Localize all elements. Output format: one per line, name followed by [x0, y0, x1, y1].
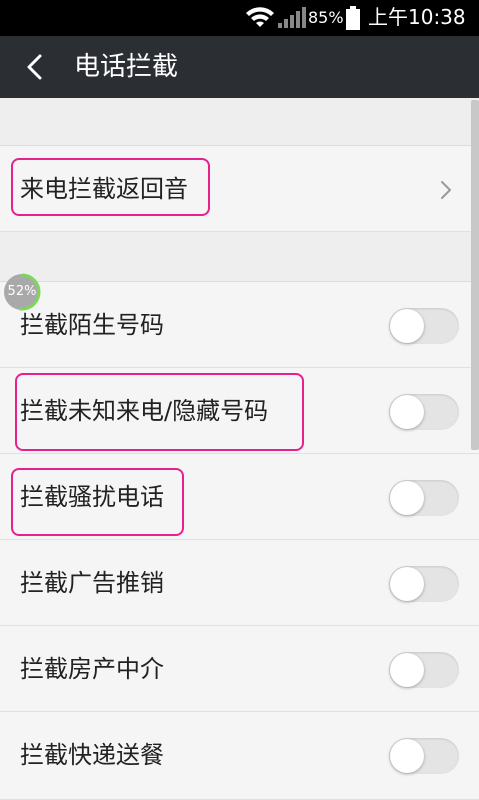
setting-row-block-ads[interactable]: 拦截广告推销: [0, 540, 479, 626]
setting-row-block-strangers[interactable]: 拦截陌生号码: [0, 282, 479, 368]
toggle-knob: [390, 395, 424, 429]
setting-row-block-unknown[interactable]: 拦截未知来电/隐藏号码: [0, 368, 479, 454]
back-icon[interactable]: [22, 53, 50, 81]
section-divider: [0, 98, 479, 146]
toggle-knob: [390, 309, 424, 343]
setting-label: 来电拦截返回音: [20, 175, 188, 203]
progress-badge[interactable]: 52%: [2, 272, 42, 312]
setting-row-block-delivery[interactable]: 拦截快递送餐: [0, 712, 479, 800]
progress-percent: 52%: [7, 284, 37, 299]
signal-icon: [278, 7, 306, 28]
settings-list: 来电拦截返回音 拦截陌生号码 拦截未知来电/隐藏号码 拦截骚扰电话 拦截广告推销…: [0, 98, 479, 800]
battery-percent: 85%: [308, 8, 344, 27]
toggle-knob: [390, 739, 424, 773]
toggle-switch[interactable]: [389, 738, 459, 774]
page-title: 电话拦截: [74, 52, 179, 82]
scrollbar[interactable]: [471, 100, 479, 450]
section-divider: [0, 232, 479, 282]
toggle-knob: [390, 481, 424, 515]
chevron-right-icon: [441, 181, 451, 199]
setting-row-return-tone[interactable]: 来电拦截返回音: [0, 146, 479, 232]
setting-label: 拦截骚扰电话: [20, 483, 164, 511]
toggle-switch[interactable]: [389, 308, 459, 344]
wifi-icon: [246, 7, 274, 27]
battery-icon: [346, 6, 360, 30]
title-bar: 电话拦截: [0, 36, 479, 98]
setting-label: 拦截未知来电/隐藏号码: [20, 397, 269, 425]
toggle-switch[interactable]: [389, 652, 459, 688]
setting-label: 拦截快递送餐: [20, 741, 164, 769]
toggle-switch[interactable]: [389, 394, 459, 430]
status-bar: 85% 上午10:38: [0, 0, 479, 36]
setting-label: 拦截广告推销: [20, 569, 164, 597]
setting-label: 拦截房产中介: [20, 655, 164, 683]
toggle-knob: [390, 567, 424, 601]
toggle-knob: [390, 653, 424, 687]
toggle-switch[interactable]: [389, 480, 459, 516]
setting-row-block-realestate[interactable]: 拦截房产中介: [0, 626, 479, 712]
setting-row-block-harassment[interactable]: 拦截骚扰电话: [0, 454, 479, 540]
status-time: 上午10:38: [368, 5, 466, 29]
toggle-switch[interactable]: [389, 566, 459, 602]
